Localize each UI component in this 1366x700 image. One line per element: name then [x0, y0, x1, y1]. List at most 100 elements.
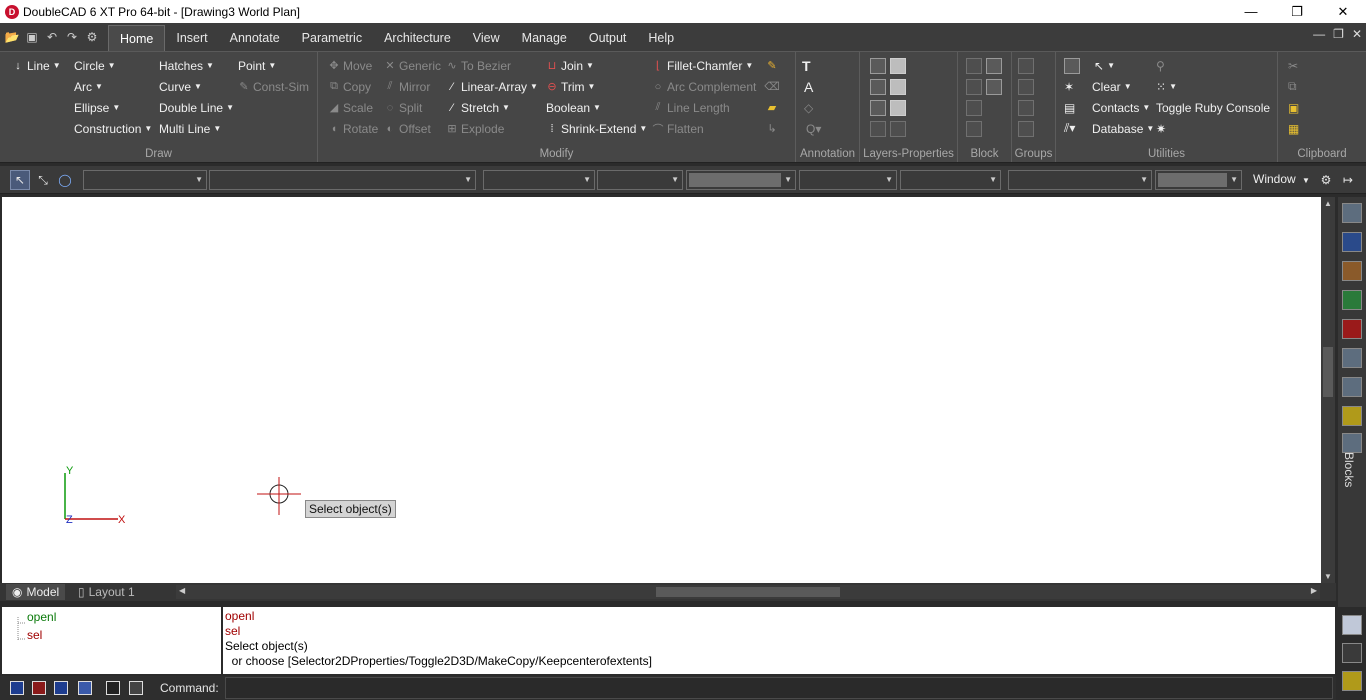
callout-icon[interactable]: ◇ — [804, 98, 813, 117]
fill-combo[interactable]: ▼ — [1155, 170, 1242, 190]
mdi-minimize-icon[interactable]: — — [1313, 27, 1325, 41]
dock-cursor-icon[interactable] — [1342, 615, 1362, 635]
restore-button[interactable]: ❐ — [1274, 0, 1320, 23]
tab-view[interactable]: View — [462, 25, 511, 51]
ellipse-button[interactable]: Ellipse ▼ — [74, 98, 120, 117]
tab-help[interactable]: Help — [637, 25, 685, 51]
copy-button[interactable]: ⧉ Copy — [328, 77, 371, 96]
rotate-button[interactable]: ◖ Rotate — [328, 119, 379, 138]
dock-window-icon[interactable] — [1342, 232, 1362, 252]
toggle-ruby-console-button[interactable]: Toggle Ruby Console — [1156, 98, 1270, 117]
shrink-extend-button[interactable]: ⁞ Shrink-Extend ▼ — [546, 119, 647, 138]
select-cursor-icon[interactable]: ↖ ▼ — [1094, 56, 1115, 75]
scroll-left-icon[interactable]: ◀ — [179, 586, 185, 595]
utility-calc-icon[interactable] — [1064, 58, 1080, 74]
lasso-icon[interactable]: ◯ — [55, 170, 75, 190]
scale-combo[interactable]: ▼ — [1008, 170, 1152, 190]
utility-sparkle-icon[interactable]: ✶ — [1064, 77, 1074, 96]
close-button[interactable]: ✕ — [1320, 0, 1366, 23]
blocks-panel-tab[interactable]: Blocks — [1342, 452, 1356, 487]
tab-manage[interactable]: Manage — [511, 25, 578, 51]
group-ungroup-icon[interactable] — [1018, 100, 1034, 116]
construction-button[interactable]: Construction ▼ — [74, 119, 152, 138]
dock-chart-icon[interactable] — [1342, 261, 1362, 281]
group-edit-icon[interactable] — [1018, 79, 1034, 95]
layer-pen-icon[interactable] — [870, 121, 886, 137]
trim-button[interactable]: ⊖ Trim ▼ — [546, 77, 595, 96]
snap-icon[interactable]: ⚙ — [1316, 170, 1336, 190]
double-line-button[interactable]: Double Line ▼ — [159, 98, 234, 117]
paste-icon[interactable]: ▣ — [1288, 98, 1299, 117]
linetype-combo[interactable]: ▼ — [483, 170, 595, 190]
scale-button[interactable]: ◢ Scale — [328, 98, 373, 117]
command-input[interactable] — [225, 677, 1333, 699]
dock-image-icon[interactable] — [1342, 377, 1362, 397]
history-item-sel[interactable]: sel — [27, 628, 42, 642]
mdi-restore-icon[interactable]: ❐ — [1333, 27, 1344, 41]
block-frame-icon[interactable] — [986, 79, 1002, 95]
dock-symbol-icon[interactable] — [1342, 406, 1362, 426]
tab-model[interactable]: ◉ Model — [6, 584, 66, 600]
cmd-toggle-5-icon[interactable] — [106, 681, 120, 695]
modify-eraser-icon[interactable]: ⌫ — [764, 77, 781, 96]
brush-combo[interactable]: ▼ — [900, 170, 1001, 190]
dock-tool-icon[interactable] — [1342, 319, 1362, 339]
layer-color-icon[interactable] — [890, 79, 906, 95]
const-sim-button[interactable]: ✎ Const-Sim — [238, 77, 309, 96]
toolbar-expand-icon[interactable]: ↦ — [1338, 170, 1358, 190]
tab-annotate[interactable]: Annotate — [219, 25, 291, 51]
block-insert-icon[interactable] — [986, 58, 1002, 74]
cmd-toggle-1-icon[interactable] — [10, 681, 24, 695]
redo-icon[interactable]: ↷ — [64, 29, 80, 45]
dock-properties-icon[interactable] — [1342, 203, 1362, 223]
text-style-icon[interactable]: A — [804, 77, 813, 96]
block-edit-icon[interactable] — [966, 79, 982, 95]
window-menu[interactable]: Window ▼ — [1253, 172, 1310, 186]
dock-layers-icon[interactable] — [1342, 290, 1362, 310]
stretch-button[interactable]: ⁄ Stretch ▼ — [446, 98, 510, 117]
horizontal-scroll-thumb[interactable] — [656, 587, 840, 597]
layer-brush-icon[interactable] — [890, 121, 906, 137]
hatches-button[interactable]: Hatches ▼ — [159, 56, 214, 75]
generic-button[interactable]: ✕ Generic — [384, 56, 441, 75]
explode-button[interactable]: ⊞ Explode — [446, 119, 504, 138]
cmd-toggle-2-icon[interactable] — [32, 681, 46, 695]
tab-output[interactable]: Output — [578, 25, 638, 51]
block-tag-icon[interactable] — [966, 121, 982, 137]
vertical-scrollbar[interactable]: ▲ ▼ — [1321, 197, 1335, 583]
flatten-button[interactable]: ⌒ Flatten — [652, 119, 704, 138]
copy-clip-icon[interactable]: ⧉ — [1288, 77, 1297, 96]
multi-line-button[interactable]: Multi Line ▼ — [159, 119, 221, 138]
layer-select-icon[interactable] — [870, 79, 886, 95]
fillet-chamfer-button[interactable]: ⌊ Fillet-Chamfer ▼ — [652, 56, 753, 75]
annotation-menu-icon[interactable]: Q▾ — [806, 119, 821, 138]
arc-button[interactable]: Arc ▼ — [74, 77, 103, 96]
color-combo[interactable]: ▼ — [686, 170, 796, 190]
undo-icon[interactable]: ↶ — [44, 29, 60, 45]
modify-pen-icon[interactable]: ✎ — [766, 56, 781, 75]
point-button[interactable]: Point ▼ — [238, 56, 276, 75]
horizontal-scrollbar[interactable]: ◀ ▶ — [176, 585, 1320, 599]
tab-architecture[interactable]: Architecture — [373, 25, 462, 51]
linear-array-button[interactable]: ⁄ Linear-Array ▼ — [446, 77, 538, 96]
mdi-close-icon[interactable]: ✕ — [1352, 27, 1362, 41]
line-button[interactable]: ↓ Line ▼ — [12, 56, 60, 75]
open-folder-icon[interactable]: 📂 — [4, 29, 20, 45]
cmd-toggle-4-icon[interactable] — [78, 681, 92, 695]
layer-grid-icon[interactable] — [890, 58, 906, 74]
curve-button[interactable]: Curve ▼ — [159, 77, 202, 96]
block-create-icon[interactable] — [966, 58, 982, 74]
offset-button[interactable]: ◐ Offset — [384, 119, 431, 138]
lineweight-combo[interactable]: ▼ — [597, 170, 683, 190]
save-icon[interactable]: ▣ — [24, 29, 40, 45]
layer-stack-icon[interactable] — [870, 100, 886, 116]
circle-button[interactable]: Circle ▼ — [74, 56, 116, 75]
cmd-toggle-6-icon[interactable] — [129, 681, 143, 695]
tab-layout-1[interactable]: ▯ Layout 1 — [72, 584, 141, 600]
group-create-icon[interactable] — [1018, 58, 1034, 74]
grid-dots-icon[interactable]: ⁙ ▼ — [1156, 77, 1177, 96]
move-button[interactable]: ✥ Move — [328, 56, 372, 75]
modify-folder-icon[interactable]: ▰ — [766, 98, 781, 117]
minimize-button[interactable]: — — [1228, 0, 1274, 23]
scroll-right-icon[interactable]: ▶ — [1311, 586, 1317, 595]
